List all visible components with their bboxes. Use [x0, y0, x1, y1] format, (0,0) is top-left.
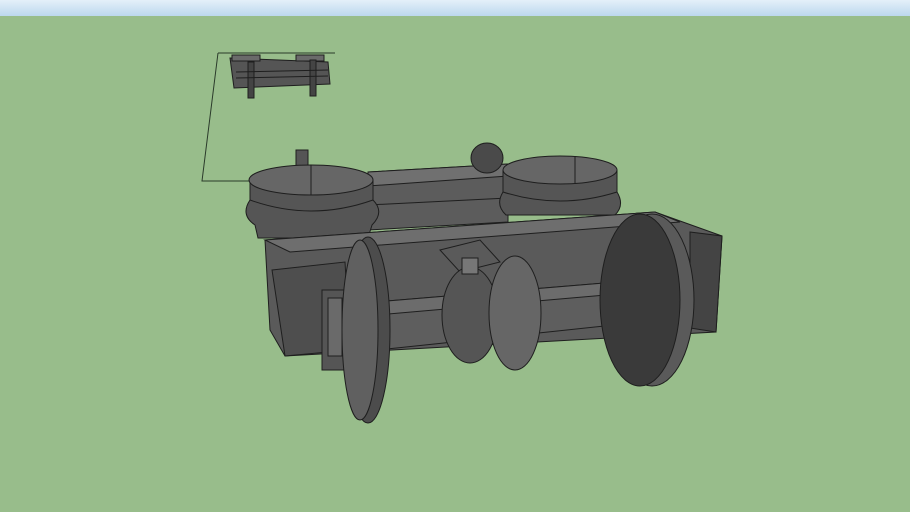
- bogie-thumbnail: [229, 54, 331, 99]
- wheel-right: [599, 213, 695, 387]
- wheel-left: [341, 236, 391, 424]
- air-spring-right: [499, 155, 621, 216]
- 3d-viewport[interactable]: [0, 0, 910, 512]
- air-spring-left: [245, 164, 380, 239]
